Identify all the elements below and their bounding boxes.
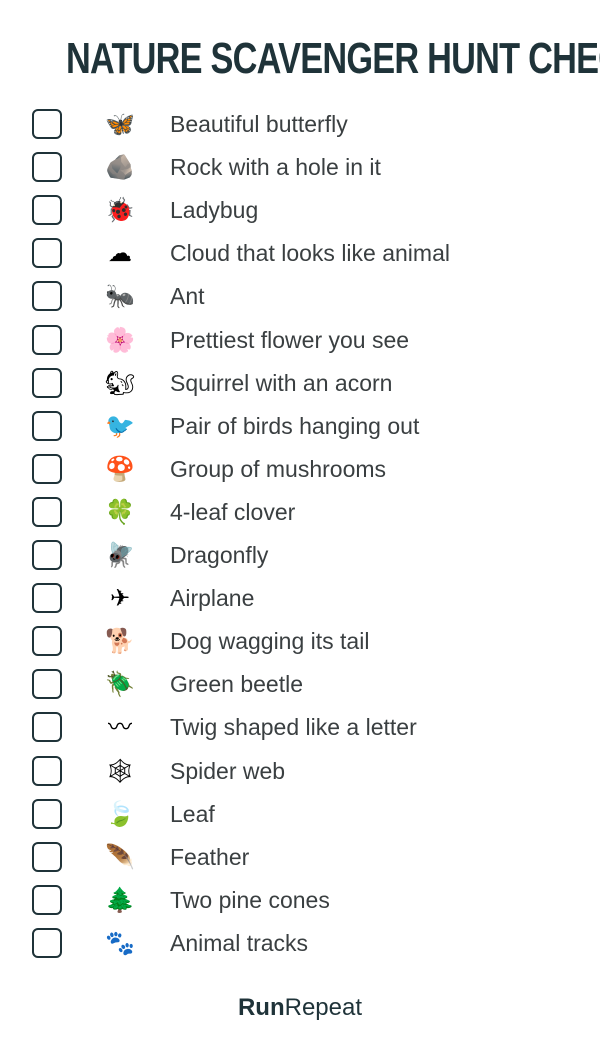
- checklist-item-label: Green beetle: [170, 671, 303, 698]
- beetle-icon: 🪲: [105, 671, 135, 699]
- checklist-item: 🌲 Two pine cones: [0, 881, 600, 921]
- checkbox[interactable]: [32, 109, 62, 139]
- checklist-item: 🐿 Squirrel with an acorn: [0, 364, 600, 404]
- brand-logo-light: Repeat: [284, 994, 363, 1021]
- checklist-item-label: Animal tracks: [170, 929, 309, 956]
- checkbox[interactable]: [32, 927, 62, 958]
- checkbox[interactable]: [32, 712, 62, 743]
- checkbox[interactable]: [32, 195, 62, 226]
- ladybug-icon: 🐞: [105, 197, 135, 225]
- checklist-item: ✈ Airplane: [0, 579, 600, 619]
- checklist-item-label: Beautiful butterfly: [170, 111, 348, 137]
- checklist-item: 🪨 Rock with a hole in it: [0, 148, 600, 188]
- checklist-item: 🌸 Prettiest flower you see: [0, 321, 600, 361]
- checklist-item-label: Squirrel with an acorn: [170, 369, 393, 396]
- checklist-item: 🐕 Dog wagging its tail: [0, 622, 600, 662]
- checkbox[interactable]: [32, 583, 62, 614]
- birds-icon: 🐦: [105, 412, 135, 440]
- checklist-item-label: Two pine cones: [170, 886, 330, 913]
- checkbox[interactable]: [32, 798, 62, 829]
- dog-icon: 🐕: [105, 628, 135, 656]
- checklist-item: 🪶 Feather: [0, 838, 600, 878]
- butterfly-icon: 🦋: [105, 111, 135, 138]
- brand-logo: RunRepeat: [0, 994, 600, 1022]
- checklist-item: 🐞 Ladybug: [0, 191, 600, 231]
- checkbox[interactable]: [32, 152, 62, 183]
- ant-icon: 🐜: [105, 283, 135, 311]
- checkbox[interactable]: [32, 755, 62, 786]
- checkbox[interactable]: [32, 324, 62, 355]
- checklist-item: 🐾 Animal tracks: [0, 924, 600, 964]
- brand-logo-bold: Run: [237, 994, 285, 1021]
- cloud-icon: ☁: [108, 240, 132, 268]
- checkbox[interactable]: [32, 540, 62, 570]
- twig-icon: 〰: [108, 714, 132, 742]
- checklist-item-label: Leaf: [170, 800, 215, 827]
- checkbox[interactable]: [32, 453, 62, 484]
- checklist-item: 🪲 Green beetle: [0, 665, 600, 705]
- checklist-item-label: Twig shaped like a letter: [170, 714, 417, 741]
- checkbox[interactable]: [32, 841, 62, 872]
- airplane-icon: ✈: [109, 585, 131, 613]
- checklist-item-label: Group of mushrooms: [170, 455, 387, 482]
- checkbox[interactable]: [32, 669, 62, 700]
- checklist-item: 🪰 Dragonfly: [0, 536, 600, 576]
- checklist-item-label: Ant: [170, 283, 205, 310]
- checklist-item-label: Dragonfly: [170, 542, 269, 568]
- checklist-item: 🦋 Beautiful butterfly: [0, 105, 600, 145]
- squirrel-icon: 🐿: [104, 369, 136, 397]
- checklist-item: 🐦 Pair of birds hanging out: [0, 407, 600, 447]
- checklist-item-label: Dog wagging its tail: [170, 628, 370, 655]
- checklist-item-label: Pair of birds hanging out: [170, 412, 420, 439]
- checklist-item-label: Cloud that looks like animal: [170, 240, 450, 267]
- checkbox[interactable]: [32, 238, 62, 269]
- checkbox[interactable]: [32, 884, 62, 915]
- checklist-item: 🍀 4-leaf clover: [0, 493, 600, 533]
- checklist-item-label: Airplane: [170, 585, 255, 612]
- checklist-item-label: 4-leaf clover: [170, 498, 296, 525]
- checklist-item: 🐜 Ant: [0, 277, 600, 317]
- rock-icon: 🪨: [105, 154, 135, 182]
- checklist-item-label: Ladybug: [170, 197, 259, 224]
- spider-web-icon: 🕸: [104, 757, 136, 785]
- clover-icon: 🍀: [105, 498, 135, 526]
- checkbox[interactable]: [32, 281, 62, 312]
- feather-icon: 🪶: [105, 843, 135, 871]
- animal-tracks-icon: 🐾: [105, 929, 135, 957]
- leaf-icon: 🍃: [105, 800, 135, 828]
- checklist-item: 🍄 Group of mushrooms: [0, 450, 600, 490]
- pine-cone-icon: 🌲: [105, 886, 135, 914]
- checklist-item-label: Rock with a hole in it: [170, 154, 381, 181]
- checklist-item: 🕸 Spider web: [0, 752, 600, 792]
- checklist-item-label: Spider web: [170, 757, 286, 784]
- checkbox[interactable]: [32, 496, 62, 527]
- flower-icon: 🌸: [105, 326, 135, 354]
- mushroom-icon: 🍄: [105, 455, 135, 483]
- checkbox[interactable]: [32, 367, 62, 398]
- checklist-item-label: Feather: [170, 843, 250, 870]
- dragonfly-icon: 🪰: [105, 542, 135, 569]
- checkbox[interactable]: [32, 410, 62, 441]
- checkbox[interactable]: [32, 626, 62, 657]
- page-title: NATURE SCAVENGER HUNT CHECKLIST: [66, 34, 600, 83]
- checklist-item: 〰 Twig shaped like a letter: [0, 708, 600, 748]
- checklist-item: ☁ Cloud that looks like animal: [0, 234, 600, 274]
- checklist-item: 🍃 Leaf: [0, 795, 600, 835]
- checklist-item-label: Prettiest flower you see: [170, 326, 410, 353]
